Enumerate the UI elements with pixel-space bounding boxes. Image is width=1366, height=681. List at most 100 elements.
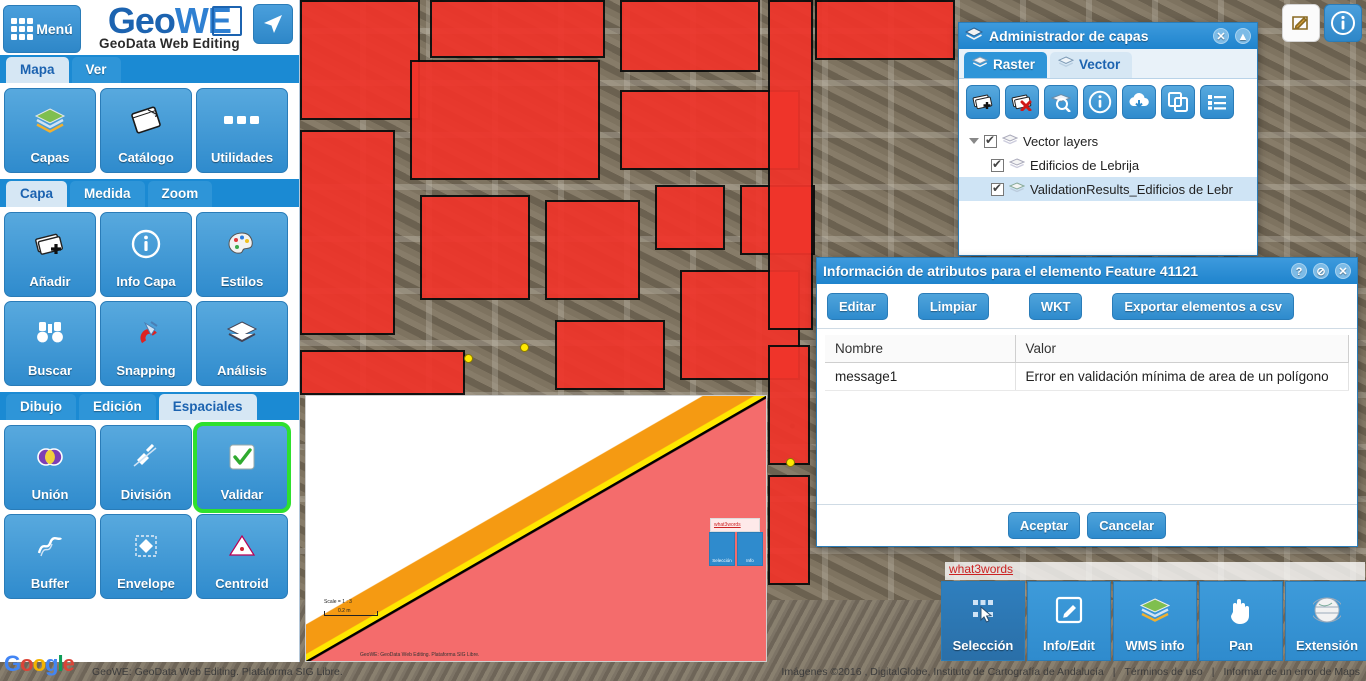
remove-layer-icon[interactable] — [1005, 85, 1039, 119]
parcel-block[interactable] — [545, 200, 640, 300]
info-circle-icon[interactable] — [1324, 4, 1362, 42]
chevron-down-icon[interactable] — [969, 138, 979, 144]
parcel-block[interactable] — [620, 0, 760, 72]
cancel-button[interactable]: Cancelar — [1087, 512, 1166, 539]
tool-label: Utilidades — [211, 150, 273, 165]
what3words-label[interactable]: what3words — [945, 562, 1365, 580]
menu-button[interactable]: Menú — [3, 5, 81, 53]
map-mode-extension[interactable]: Extensión — [1285, 581, 1366, 661]
vertex-marker[interactable] — [786, 458, 795, 467]
tool-label: División — [121, 487, 172, 502]
tool-anadir[interactable]: Añadir — [4, 212, 96, 297]
copy-layer-icon[interactable] — [1161, 85, 1195, 119]
tool-info-capa[interactable]: Info Capa — [100, 212, 192, 297]
layer-checkbox[interactable] — [984, 135, 997, 148]
tool-utilidades[interactable]: Utilidades — [196, 88, 288, 173]
tab-vector[interactable]: Vector — [1050, 52, 1132, 78]
tab-raster-label: Raster — [993, 52, 1035, 78]
terms-link[interactable]: Términos de uso — [1125, 666, 1203, 678]
parcel-block[interactable] — [555, 320, 665, 390]
map-mode-label: Pan — [1229, 638, 1253, 653]
zoom-layer-icon[interactable] — [1044, 85, 1078, 119]
tab-raster[interactable]: Raster — [964, 52, 1047, 78]
parcel-block[interactable] — [410, 60, 600, 180]
layer-info-icon[interactable] — [1083, 85, 1117, 119]
tree-row-root[interactable]: Vector layers — [959, 129, 1257, 153]
tool-validar[interactable]: Validar — [196, 425, 288, 510]
tab-capa[interactable]: Capa — [6, 181, 67, 207]
column-header-valor[interactable]: Valor — [1015, 335, 1349, 363]
layer-manager-dialog[interactable]: Administrador de capas ✕ ▲ Raster Vector — [958, 22, 1258, 256]
layer-dialog-titlebar[interactable]: Administrador de capas ✕ ▲ — [959, 23, 1257, 49]
parcel-block[interactable] — [655, 185, 725, 250]
report-error-link[interactable]: Informar de un error de Maps — [1223, 666, 1360, 678]
map-mode-wms-info[interactable]: WMS info — [1113, 581, 1197, 661]
parcel-block[interactable] — [815, 0, 955, 60]
tool-division[interactable]: División — [100, 425, 192, 510]
tool-label: Validar — [221, 487, 264, 502]
tool-analisis[interactable]: Análisis — [196, 301, 288, 386]
layer-checkbox[interactable] — [991, 159, 1004, 172]
tool-centroid[interactable]: Centroid — [196, 514, 288, 599]
menu-button-label: Menú — [36, 21, 73, 37]
tree-row-layer[interactable]: ValidationResults_Edificios de Lebr — [959, 177, 1257, 201]
layer-list-icon[interactable] — [1200, 85, 1234, 119]
tool-estilos[interactable]: Estilos — [196, 212, 288, 297]
tool-snapping[interactable]: Snapping — [100, 301, 192, 386]
parcel-block[interactable] — [430, 0, 605, 58]
edit-button[interactable]: Editar — [827, 293, 888, 320]
tool-buffer[interactable]: Buffer — [4, 514, 96, 599]
parcel-block[interactable] — [300, 0, 420, 120]
wkt-button[interactable]: WKT — [1029, 293, 1083, 320]
help-icon[interactable]: ? — [1291, 263, 1307, 279]
export-csv-button[interactable]: Exportar elementos a csv — [1112, 293, 1294, 320]
navigation-arrow-icon[interactable] — [253, 4, 293, 44]
clear-button[interactable]: Limpiar — [918, 293, 989, 320]
parcel-block[interactable] — [768, 0, 813, 330]
tab-edicion[interactable]: Edición — [79, 394, 156, 420]
tree-row-layer[interactable]: Edificios de Lebrija — [959, 153, 1257, 177]
parcel-block[interactable] — [768, 345, 810, 465]
column-header-nombre[interactable]: Nombre — [825, 335, 1015, 363]
map-mode-seleccion[interactable]: Selección — [941, 581, 1025, 661]
tab-zoom[interactable]: Zoom — [148, 181, 213, 207]
add-layer-icon[interactable] — [966, 85, 1000, 119]
collapse-icon[interactable]: ▲ — [1235, 28, 1251, 44]
parcel-block[interactable] — [300, 130, 395, 335]
accept-button[interactable]: Aceptar — [1008, 512, 1080, 539]
tab-dibujo[interactable]: Dibujo — [6, 394, 76, 420]
parcel-block[interactable] — [300, 350, 465, 395]
download-layer-icon[interactable] — [1122, 85, 1156, 119]
tool-label: Análisis — [217, 363, 267, 378]
attr-dialog-titlebar[interactable]: Información de atributos para el element… — [817, 258, 1357, 284]
edit-map-icon[interactable] — [1282, 4, 1320, 42]
tab-ver[interactable]: Ver — [72, 57, 121, 83]
layer-checkbox[interactable] — [991, 183, 1004, 196]
close-icon[interactable]: ✕ — [1335, 263, 1351, 279]
parcel-block[interactable] — [768, 475, 810, 585]
inset-mini-button[interactable]: Selección — [709, 532, 735, 566]
map-mode-pan[interactable]: Pan — [1199, 581, 1283, 661]
catalog-book-icon — [101, 89, 191, 150]
map-mode-info-edit[interactable]: Info/Edit — [1027, 581, 1111, 661]
attribute-table: Nombre Valor message1 Error en validació… — [825, 335, 1349, 391]
minimize-icon[interactable]: ⊘ — [1313, 263, 1329, 279]
tool-envelope[interactable]: Envelope — [100, 514, 192, 599]
table-row[interactable]: message1 Error en validación mínima de a… — [825, 363, 1349, 391]
map-inset-preview[interactable]: Scale = 1 : 3 0.2 m GeoWE: GeoData Web E… — [305, 395, 767, 662]
attribute-info-dialog[interactable]: Información de atributos para el element… — [816, 257, 1358, 547]
tool-buscar[interactable]: Buscar — [4, 301, 96, 386]
parcel-block[interactable] — [420, 195, 530, 300]
tab-espaciales[interactable]: Espaciales — [159, 394, 257, 420]
inset-what3words-label[interactable]: what3words — [710, 518, 760, 532]
tool-catalogo[interactable]: Catálogo — [100, 88, 192, 173]
vertex-marker[interactable] — [520, 343, 529, 352]
tool-union[interactable]: Unión — [4, 425, 96, 510]
tab-medida[interactable]: Medida — [70, 181, 145, 207]
vertex-marker[interactable] — [464, 354, 473, 363]
tool-capas[interactable]: Capas — [4, 88, 96, 173]
tab-mapa[interactable]: Mapa — [6, 57, 69, 83]
close-icon[interactable]: ✕ — [1213, 28, 1229, 44]
inset-mini-button[interactable]: Info — [737, 532, 763, 566]
palette-icon — [197, 213, 287, 274]
